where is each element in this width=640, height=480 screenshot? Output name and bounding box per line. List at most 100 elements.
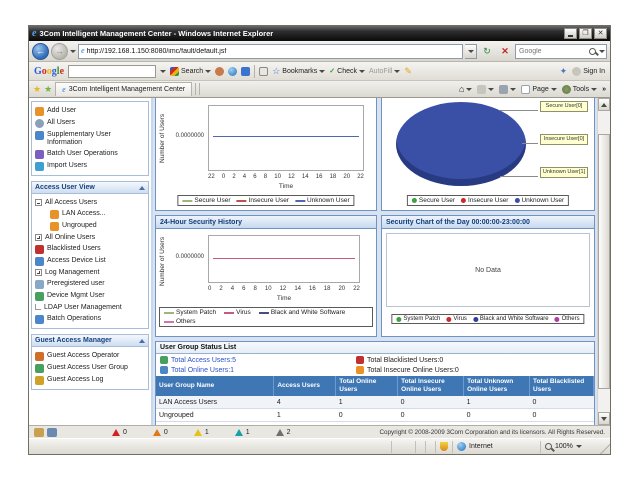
info-alarm-counter[interactable]: 2 xyxy=(276,429,291,436)
sidebar-item-preregistered-user[interactable]: Preregistered user xyxy=(34,278,146,290)
chart-legend: System Patch Virus Black and White Softw… xyxy=(159,307,373,327)
alarm-browser-icon[interactable] xyxy=(34,428,44,437)
google-search-input[interactable] xyxy=(69,66,155,77)
print-button[interactable] xyxy=(499,85,516,94)
tree-expand-icon[interactable] xyxy=(35,269,42,276)
minor-alarm-icon xyxy=(194,429,202,436)
search-box[interactable] xyxy=(515,44,607,59)
alarm-bar: 0 0 1 1 2 Copyright © 2008-2009 3Com Cor… xyxy=(29,425,610,438)
check-button[interactable]: ✓ Check xyxy=(329,67,365,75)
zoom-control[interactable]: 100% xyxy=(540,441,598,453)
sidebar-item-blacklisted-users[interactable]: Blacklisted Users xyxy=(34,243,146,255)
tree-item-all-access-users[interactable]: All Access Users xyxy=(34,197,146,208)
device-mgmt-user-icon xyxy=(35,292,44,301)
total-online-users[interactable]: Total Online Users:1 xyxy=(160,366,356,374)
stop-button[interactable]: ✕ xyxy=(497,44,513,59)
restore-button[interactable]: ❐ xyxy=(579,28,592,39)
scroll-down-button[interactable] xyxy=(598,412,610,425)
web-icon[interactable] xyxy=(228,67,237,76)
sidebar-item-device-mgmt-user[interactable]: Device Mgmt User xyxy=(34,290,146,302)
sidebar-item-add-user[interactable]: Add User xyxy=(34,105,146,117)
status-pane xyxy=(425,441,435,453)
google-search-dropdown-icon[interactable] xyxy=(160,70,166,73)
address-field[interactable]: e xyxy=(78,44,463,59)
sidebar-item-supplementary-user-information[interactable]: Supplementary User Information xyxy=(34,129,146,148)
sidebar-item-access-device-list[interactable]: Access Device List xyxy=(34,255,146,267)
search-input[interactable] xyxy=(519,48,589,55)
cell-access-users[interactable]: 4 xyxy=(274,396,336,409)
status-pane xyxy=(391,441,415,453)
signin-avatar-icon xyxy=(572,67,581,76)
minor-alarm-counter[interactable]: 1 xyxy=(194,429,209,436)
vertical-scrollbar[interactable] xyxy=(597,98,610,425)
highlighter-icon[interactable]: ✎ xyxy=(404,66,412,77)
popup-blocker-icon[interactable] xyxy=(259,67,268,76)
add-gadget-icon[interactable] xyxy=(241,67,250,76)
legend-item: Secure User xyxy=(182,197,230,204)
warning-alarm-counter[interactable]: 1 xyxy=(235,429,250,436)
protected-mode-pane[interactable] xyxy=(435,441,452,453)
legend-item: Insecure User xyxy=(237,197,289,204)
sidebar-item-all-online-users[interactable]: All Online Users xyxy=(34,232,146,243)
wrench-icon[interactable]: ✦ xyxy=(560,66,568,77)
tree-expand-icon[interactable] xyxy=(35,234,42,241)
sitecheck-icon[interactable] xyxy=(215,67,224,76)
home-button[interactable]: ⌂ xyxy=(459,84,472,94)
sidebar-item-batch-operations[interactable]: Batch Operations xyxy=(34,313,146,325)
back-button[interactable]: ← xyxy=(32,43,49,60)
refresh-button[interactable]: ↻ xyxy=(479,44,495,59)
tree-collapse-icon[interactable] xyxy=(35,199,42,206)
tree-item-ungrouped[interactable]: Ungrouped xyxy=(34,220,146,232)
sidebar-item-guest-access-operator[interactable]: Guest Access Operator xyxy=(34,350,146,362)
sidebar-item-guest-access-log[interactable]: Guest Access Log xyxy=(34,374,146,386)
sidebar-item-all-users[interactable]: All Users xyxy=(34,117,146,129)
legend-line-icon xyxy=(237,200,247,202)
legend-item: Secure User xyxy=(412,197,455,204)
address-dropdown-button[interactable] xyxy=(465,44,477,59)
signin-button[interactable]: Sign In xyxy=(572,67,605,76)
sidebar-item-batch-user-operations[interactable]: Batch User Operations xyxy=(34,148,146,160)
tree-item-lan-access[interactable]: LAN Access... xyxy=(34,208,146,220)
guest-access-manager-header[interactable]: Guest Access Manager xyxy=(32,335,148,347)
forward-button[interactable]: → xyxy=(51,43,68,60)
minimize-button[interactable] xyxy=(564,28,577,39)
page-menu-button[interactable]: Page xyxy=(521,85,556,94)
google-search-field[interactable] xyxy=(68,65,156,78)
access-user-view-header[interactable]: Access User View xyxy=(32,182,148,194)
sidebar-item-import-users[interactable]: Import Users xyxy=(34,160,146,172)
sidebar-item-ldap-user-management[interactable]: LDAP User Management xyxy=(34,302,146,313)
cell-access-users[interactable]: 1 xyxy=(274,409,336,422)
batch-user-operations-icon xyxy=(35,150,44,159)
critical-alarm-counter[interactable]: 0 xyxy=(112,429,127,436)
plot-area xyxy=(208,235,360,283)
favorites-star-icon[interactable]: ★ xyxy=(33,85,41,94)
search-options-icon[interactable] xyxy=(599,50,605,53)
close-button[interactable]: ✕ xyxy=(594,28,607,39)
sidebar-item-guest-access-user-group[interactable]: Guest Access User Group xyxy=(34,362,146,374)
security-zone-pane[interactable]: Internet xyxy=(452,441,540,453)
supplementary-user-icon xyxy=(35,131,44,140)
legend-line-icon xyxy=(164,321,174,323)
autofill-button[interactable]: AutoFill xyxy=(369,68,400,75)
scrollbar-thumb[interactable] xyxy=(598,134,610,389)
user-group-status-panel: User Group Status List Total Access User… xyxy=(155,341,595,425)
search-icon[interactable] xyxy=(589,48,596,55)
tab-imc[interactable]: e 3Com Intelligent Management Center xyxy=(55,82,192,96)
cell-unknown-online: 0 xyxy=(464,409,530,422)
zoom-icon xyxy=(545,443,552,450)
resize-grip[interactable] xyxy=(598,440,610,454)
bookmarks-button[interactable]: ☆ Bookmarks xyxy=(272,67,325,76)
alarm-sound-icon[interactable] xyxy=(47,428,57,437)
google-search-button[interactable]: Search xyxy=(170,67,211,76)
history-dropdown-icon[interactable] xyxy=(70,50,76,53)
scroll-up-button[interactable] xyxy=(598,98,610,111)
online-user-icon xyxy=(160,366,168,374)
sidebar-item-log-management[interactable]: Log Management xyxy=(34,267,146,278)
url-input[interactable] xyxy=(87,48,460,55)
total-access-users[interactable]: Total Access Users:5 xyxy=(160,356,356,364)
major-alarm-counter[interactable]: 0 xyxy=(153,429,168,436)
more-toolbar-button[interactable]: » xyxy=(602,86,606,93)
tools-menu-button[interactable]: Tools xyxy=(562,85,597,94)
add-favorite-icon[interactable]: ★ xyxy=(44,85,52,94)
feeds-button[interactable] xyxy=(477,85,494,94)
